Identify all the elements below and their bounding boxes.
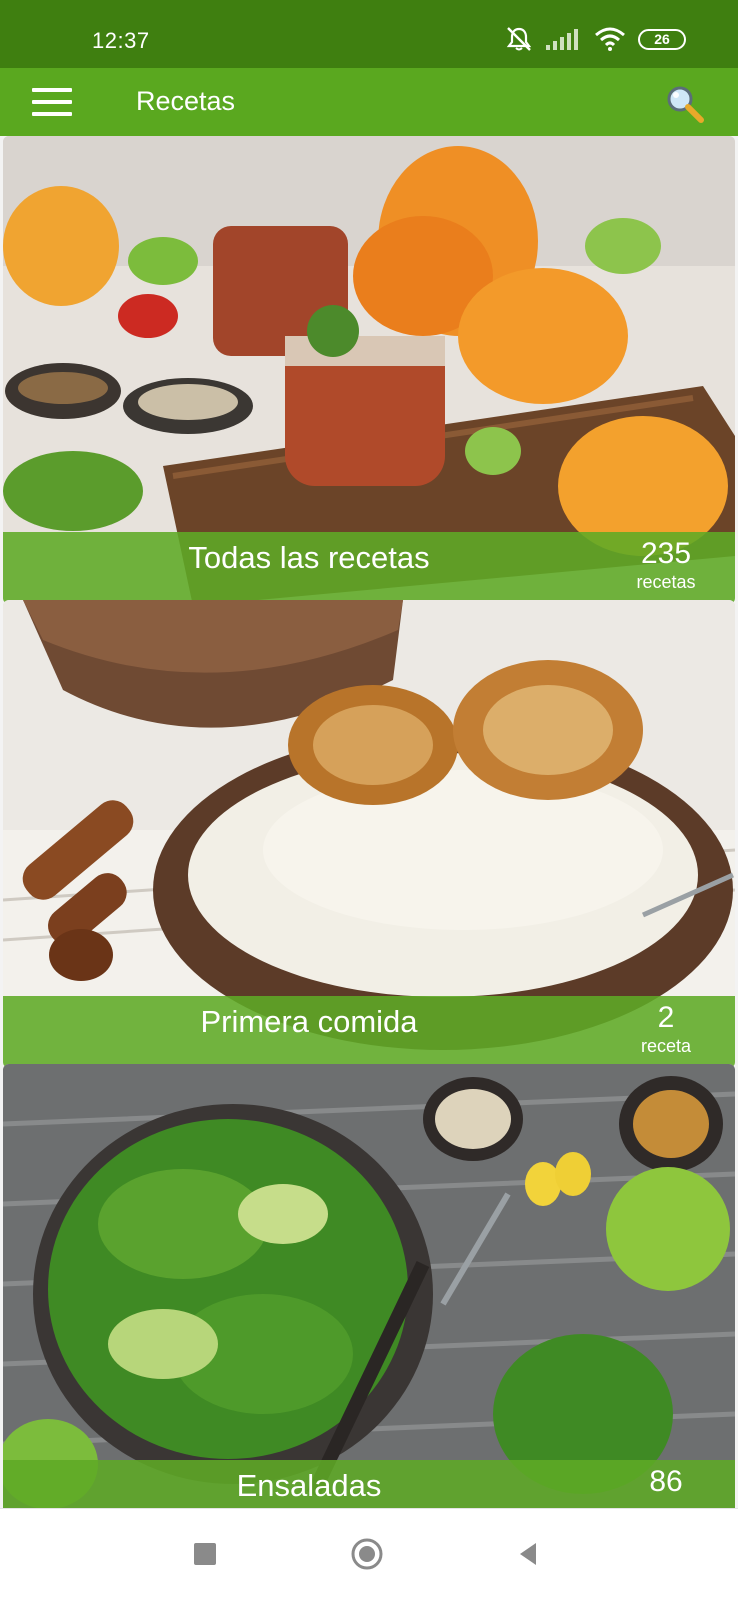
category-title: Todas las recetas [188,540,430,575]
recipe-count-number: 2 [657,1001,675,1034]
green-salad-photo [3,1064,735,1508]
recipe-count-unit: recetas [636,572,696,592]
recipe-count-number: 235 [640,537,692,570]
recipe-count-number: 86 [649,1465,683,1498]
mute-icon [506,27,532,51]
app-bar: Recetas [0,68,738,136]
recipe-count: 235 recetas [611,536,721,592]
category-card[interactable]: Todas las recetas 235 recetas [3,136,735,604]
category-label-bar: Primera comida 2 receta [3,996,735,1068]
status-icons: 26 [504,26,686,52]
system-nav-bar [0,1508,738,1600]
category-list: Todas las recetas 235 recetas Primera co… [0,136,738,1508]
back-icon[interactable] [512,1537,546,1571]
home-icon[interactable] [350,1537,384,1571]
recents-icon[interactable] [188,1537,222,1571]
recipe-count: 2 receta [611,1000,721,1056]
category-card[interactable]: Ensaladas 86 [3,1064,735,1508]
menu-button[interactable] [32,88,72,118]
battery-indicator: 26 [638,28,686,50]
status-bar: 12:37 26 [0,0,738,68]
category-label-bar: Ensaladas 86 [3,1460,735,1508]
hamburger-icon-line [32,112,72,116]
category-title: Ensaladas [236,1468,382,1503]
wifi-icon [595,27,625,51]
status-time: 12:37 [92,28,150,53]
recipe-count-unit: receta [640,1036,692,1056]
category-label-bar: Todas las recetas 235 recetas [3,532,735,604]
category-card[interactable]: Primera comida 2 receta [3,600,735,1068]
page-title: Recetas [136,86,236,116]
category-title: Primera comida [200,1004,418,1039]
hamburger-icon-line [32,100,72,104]
search-icon[interactable] [662,82,706,126]
signal-icon [546,29,578,50]
recipe-count: 86 [611,1464,721,1500]
hamburger-icon [32,88,72,92]
